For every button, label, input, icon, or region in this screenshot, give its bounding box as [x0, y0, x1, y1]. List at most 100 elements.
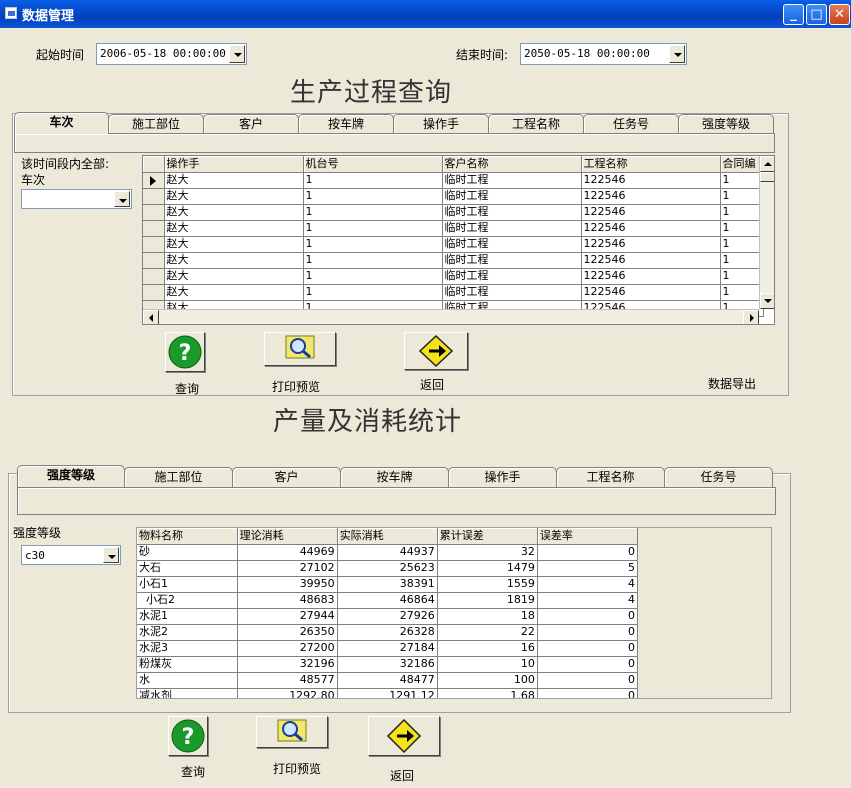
- row-selector[interactable]: [143, 268, 165, 285]
- table-cell[interactable]: 27184: [337, 640, 438, 657]
- scroll-right-icon[interactable]: [743, 310, 759, 324]
- stats-back-button[interactable]: [368, 716, 440, 756]
- table-row[interactable]: 减水剂 1292.80 1291.12 1.68 0: [137, 688, 639, 698]
- tab-trip[interactable]: 车次: [14, 112, 109, 134]
- table-cell[interactable]: 赵大: [164, 188, 304, 205]
- table-cell[interactable]: 1: [303, 220, 443, 237]
- row-selector[interactable]: [143, 188, 165, 205]
- table-cell[interactable]: 1: [720, 252, 764, 269]
- table-cell[interactable]: 大石: [137, 560, 238, 577]
- end-time-combo[interactable]: 2050-05-18 00:00:00: [520, 43, 687, 65]
- start-time-combo[interactable]: 2006-05-18 00:00:00: [96, 43, 247, 65]
- table-cell[interactable]: 0: [537, 656, 639, 673]
- table-row[interactable]: 水泥2 26350 26328 22 0: [137, 624, 639, 641]
- table-row[interactable]: 小石2 48683 46864 1819 4: [137, 592, 639, 609]
- row-selector[interactable]: [143, 284, 165, 301]
- table-cell[interactable]: 临时工程: [442, 268, 582, 285]
- tab-plate[interactable]: 按车牌: [340, 467, 449, 487]
- table-cell[interactable]: 减水剂: [137, 688, 238, 698]
- table-cell[interactable]: 1.68: [437, 688, 538, 698]
- table-row[interactable]: 小石1 39950 38391 1559 4: [137, 576, 639, 593]
- table-cell[interactable]: 32: [437, 544, 538, 561]
- table-cell[interactable]: 1: [303, 268, 443, 285]
- table-cell[interactable]: 0: [537, 624, 639, 641]
- table-cell[interactable]: 赵大: [164, 204, 304, 221]
- tab-customer[interactable]: 客户: [232, 467, 341, 487]
- table-cell[interactable]: 4: [537, 592, 639, 609]
- table-cell[interactable]: 0: [537, 544, 639, 561]
- table-cell[interactable]: 46864: [337, 592, 438, 609]
- table-cell[interactable]: 16: [437, 640, 538, 657]
- table-cell[interactable]: 25623: [337, 560, 438, 577]
- column-header[interactable]: 工程名称: [581, 156, 721, 173]
- table-cell[interactable]: 1: [303, 236, 443, 253]
- maximize-button[interactable]: □: [806, 4, 827, 25]
- table-cell[interactable]: 1: [720, 268, 764, 285]
- table-cell[interactable]: 27200: [237, 640, 338, 657]
- table-cell[interactable]: 122546: [581, 236, 721, 253]
- table-cell[interactable]: 39950: [237, 576, 338, 593]
- table-cell[interactable]: 赵大: [164, 172, 304, 189]
- table-row[interactable]: 赵大 1 临时工程 122546 1: [143, 204, 764, 221]
- table-cell[interactable]: 1: [303, 284, 443, 301]
- table-row[interactable]: 赵大 1 临时工程 122546 1: [143, 172, 764, 189]
- table-cell[interactable]: 临时工程: [442, 220, 582, 237]
- table-cell[interactable]: 4: [537, 576, 639, 593]
- table-row[interactable]: 大石 27102 25623 1479 5: [137, 560, 639, 577]
- scroll-left-icon[interactable]: [143, 310, 159, 324]
- row-selector[interactable]: [143, 236, 165, 253]
- table-cell[interactable]: 27944: [237, 608, 338, 625]
- table-cell[interactable]: 5: [537, 560, 639, 577]
- table-cell[interactable]: 粉煤灰: [137, 656, 238, 673]
- table-cell[interactable]: 26350: [237, 624, 338, 641]
- production-grid[interactable]: 操作手 机台号 客户名称 工程名称 合同编 赵大 1 临时工程 122546 1 赵大 1 临…: [142, 155, 775, 325]
- column-header[interactable]: 合同编: [720, 156, 764, 173]
- row-selector[interactable]: [143, 252, 165, 269]
- table-cell[interactable]: 122546: [581, 268, 721, 285]
- table-cell[interactable]: 赵大: [164, 284, 304, 301]
- row-selector[interactable]: [143, 172, 165, 189]
- table-cell[interactable]: 1: [720, 220, 764, 237]
- table-cell[interactable]: 22: [437, 624, 538, 641]
- table-cell[interactable]: 临时工程: [442, 188, 582, 205]
- column-header[interactable]: 理论消耗: [237, 528, 338, 545]
- table-cell[interactable]: 1559: [437, 576, 538, 593]
- scroll-down-icon[interactable]: [760, 293, 774, 309]
- column-header[interactable]: 实际消耗: [337, 528, 438, 545]
- tab-operator[interactable]: 操作手: [448, 467, 557, 487]
- column-header[interactable]: 客户名称: [442, 156, 582, 173]
- production-query-button[interactable]: ?: [165, 332, 205, 372]
- table-cell[interactable]: 临时工程: [442, 172, 582, 189]
- stats-print-preview-button[interactable]: [256, 716, 328, 748]
- table-cell[interactable]: 1: [720, 204, 764, 221]
- table-cell[interactable]: 1: [303, 172, 443, 189]
- table-row[interactable]: 赵大 1 临时工程 122546 1: [143, 284, 764, 301]
- table-cell[interactable]: 小石1: [137, 576, 238, 593]
- table-row[interactable]: 水泥1 27944 27926 18 0: [137, 608, 639, 625]
- strength-grade-combo[interactable]: c30: [21, 545, 121, 565]
- tab-project-name[interactable]: 工程名称: [556, 467, 665, 487]
- tab-construction-part[interactable]: 施工部位: [124, 467, 233, 487]
- table-cell[interactable]: 44937: [337, 544, 438, 561]
- chevron-down-icon[interactable]: [229, 45, 245, 63]
- table-cell[interactable]: 临时工程: [442, 236, 582, 253]
- table-cell[interactable]: 122546: [581, 172, 721, 189]
- minimize-button[interactable]: _: [783, 4, 804, 25]
- chevron-down-icon[interactable]: [114, 191, 130, 207]
- table-row[interactable]: 砂 44969 44937 32 0: [137, 544, 639, 561]
- table-row[interactable]: 赵大 1 临时工程 122546 1: [143, 252, 764, 269]
- table-row[interactable]: 赵大 1 临时工程 122546 1: [143, 236, 764, 253]
- table-cell[interactable]: 18: [437, 608, 538, 625]
- table-cell[interactable]: 100: [437, 672, 538, 689]
- stats-query-button[interactable]: ?: [168, 716, 208, 756]
- tab-construction-part[interactable]: 施工部位: [108, 114, 204, 134]
- table-cell[interactable]: 1: [720, 172, 764, 189]
- chevron-down-icon[interactable]: [103, 547, 119, 563]
- table-cell[interactable]: 27926: [337, 608, 438, 625]
- table-row[interactable]: 粉煤灰 32196 32186 10 0: [137, 656, 639, 673]
- table-cell[interactable]: 1479: [437, 560, 538, 577]
- trip-combo[interactable]: [21, 189, 132, 209]
- table-cell[interactable]: 赵大: [164, 236, 304, 253]
- table-cell[interactable]: 水: [137, 672, 238, 689]
- table-cell[interactable]: 临时工程: [442, 252, 582, 269]
